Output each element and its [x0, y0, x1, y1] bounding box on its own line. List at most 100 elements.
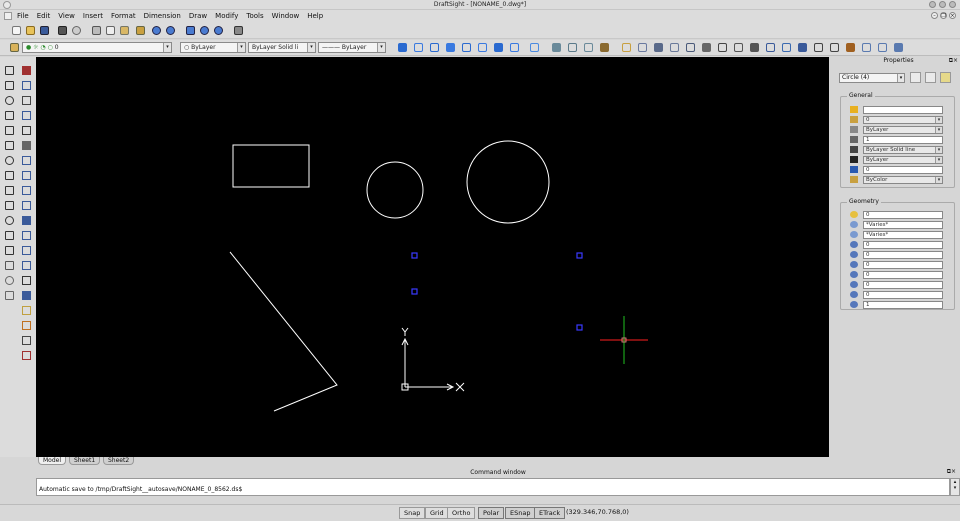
select-objects-icon[interactable]	[910, 72, 921, 83]
modify-tool-icon[interactable]	[22, 246, 31, 255]
toolbar-tool-icon[interactable]	[862, 43, 871, 52]
menu-format[interactable]: Format	[107, 12, 140, 20]
copy-icon[interactable]	[106, 26, 115, 35]
draw-tool-icon[interactable]	[5, 186, 14, 195]
cut-icon[interactable]	[92, 26, 101, 35]
toolbar-tool-icon[interactable]	[568, 43, 577, 52]
maximize-icon[interactable]	[939, 1, 946, 8]
tab-sheet2[interactable]: Sheet2	[103, 457, 135, 465]
modify-tool-icon[interactable]	[22, 261, 31, 270]
modify-tool-icon[interactable]	[22, 66, 31, 75]
toolbar-tool-icon[interactable]	[894, 43, 903, 52]
toolbar-tool-icon[interactable]	[462, 43, 471, 52]
modify-tool-icon[interactable]	[22, 81, 31, 90]
menu-help[interactable]: Help	[303, 12, 327, 20]
toolbar-tool-icon[interactable]	[798, 43, 807, 52]
geometry-property-field[interactable]: 0	[863, 281, 943, 289]
draw-tool-icon[interactable]	[5, 276, 14, 285]
draw-tool-icon[interactable]	[5, 291, 14, 300]
circle-entity-large[interactable]	[466, 140, 550, 224]
toolbar-tool-icon[interactable]	[654, 43, 663, 52]
modify-tool-icon[interactable]	[22, 186, 31, 195]
modify-tool-icon[interactable]	[22, 291, 31, 300]
toolbar-tool-icon[interactable]	[446, 43, 455, 52]
menu-file[interactable]: File	[13, 12, 33, 20]
draw-tool-icon[interactable]	[5, 126, 14, 135]
general-property-field[interactable]: 0	[863, 166, 943, 174]
polyline-entity[interactable]	[229, 251, 338, 412]
pan-icon[interactable]	[186, 26, 195, 35]
menu-insert[interactable]: Insert	[79, 12, 107, 20]
toolbar-tool-icon[interactable]	[670, 43, 679, 52]
minimize-icon[interactable]	[929, 1, 936, 8]
toolbar-tool-icon[interactable]	[510, 43, 519, 52]
general-property-field[interactable]: ByColor ▾	[863, 176, 943, 184]
menu-view[interactable]: View	[54, 12, 79, 20]
match-properties-icon[interactable]	[136, 26, 145, 35]
toolbar-tool-icon[interactable]	[814, 43, 823, 52]
draw-tool-icon[interactable]	[5, 246, 14, 255]
save-icon[interactable]	[40, 26, 49, 35]
toolbar-tool-icon[interactable]	[766, 43, 775, 52]
esnap-toggle[interactable]: ESnap	[505, 507, 536, 519]
grip-handle[interactable]	[576, 324, 583, 331]
menu-edit[interactable]: Edit	[33, 12, 55, 20]
linestyle-combo[interactable]: ByLayer Solid li ▾	[248, 42, 316, 53]
command-scrollbar[interactable]: ▴ ▾	[950, 478, 960, 496]
menu-tools[interactable]: Tools	[242, 12, 267, 20]
modify-tool-icon[interactable]	[22, 231, 31, 240]
general-property-field[interactable]: ByLayer ▾	[863, 126, 943, 134]
grip-handle[interactable]	[411, 288, 418, 295]
grid-toggle[interactable]: Grid	[425, 507, 449, 519]
modify-tool-icon[interactable]	[22, 96, 31, 105]
undo-icon[interactable]	[152, 26, 161, 35]
document-icon[interactable]	[4, 12, 12, 20]
modify-tool-icon[interactable]	[22, 141, 31, 150]
geometry-property-field[interactable]: 0	[863, 241, 943, 249]
toolbar-tool-icon[interactable]	[584, 43, 593, 52]
toolbar-tool-icon[interactable]	[600, 43, 609, 52]
toolbar-tool-icon[interactable]	[414, 43, 423, 52]
toolbar-tool-icon[interactable]	[530, 43, 539, 52]
toolbar-tool-icon[interactable]	[638, 43, 647, 52]
geometry-property-field[interactable]: 0	[863, 251, 943, 259]
draw-tool-icon[interactable]	[5, 156, 14, 165]
toolbar-tool-icon[interactable]	[718, 43, 727, 52]
toolbar-tool-icon[interactable]	[622, 43, 631, 52]
draw-tool-icon[interactable]	[5, 66, 14, 75]
toolbar-tool-icon[interactable]	[878, 43, 887, 52]
zoom-window-icon[interactable]	[214, 26, 223, 35]
geometry-property-field[interactable]: 0	[863, 271, 943, 279]
geometry-property-field[interactable]: 0	[863, 291, 943, 299]
layer-combo[interactable]: ● ☼ ◔ ○ 0 ▾	[22, 42, 172, 53]
draw-tool-icon[interactable]	[5, 216, 14, 225]
modify-tool-icon[interactable]	[22, 111, 31, 120]
paste-icon[interactable]	[120, 26, 129, 35]
rectangle-entity[interactable]	[232, 144, 310, 188]
modify-tool-icon[interactable]	[22, 216, 31, 225]
new-file-icon[interactable]	[12, 26, 21, 35]
draw-tool-icon[interactable]	[5, 171, 14, 180]
circle-entity-small[interactable]	[366, 161, 424, 219]
toolbar-tool-icon[interactable]	[702, 43, 711, 52]
drawing-canvas[interactable]	[36, 57, 829, 457]
geometry-property-field[interactable]: 0	[863, 261, 943, 269]
tab-sheet1[interactable]: Sheet1	[69, 457, 101, 465]
doc-restore-icon[interactable]: ❐	[940, 12, 947, 19]
toolbar-tool-icon[interactable]	[750, 43, 759, 52]
open-folder-icon[interactable]	[26, 26, 35, 35]
modify-tool-icon[interactable]	[22, 321, 31, 330]
draw-tool-icon[interactable]	[5, 261, 14, 270]
tab-model[interactable]: Model	[38, 457, 67, 465]
modify-tool-icon[interactable]	[22, 276, 31, 285]
layer-manager-icon[interactable]	[234, 26, 243, 35]
drawing-svg[interactable]	[36, 57, 829, 457]
general-property-field[interactable]: 1	[863, 136, 943, 144]
doc-close-icon[interactable]: ×	[949, 12, 956, 19]
toolbar-tool-icon[interactable]	[478, 43, 487, 52]
modify-tool-icon[interactable]	[22, 201, 31, 210]
panel-close-icon[interactable]: ⧉×	[947, 468, 956, 476]
close-icon[interactable]	[949, 1, 956, 8]
draw-tool-icon[interactable]	[5, 111, 14, 120]
selection-combo[interactable]: Circle (4) ▾	[839, 73, 905, 83]
